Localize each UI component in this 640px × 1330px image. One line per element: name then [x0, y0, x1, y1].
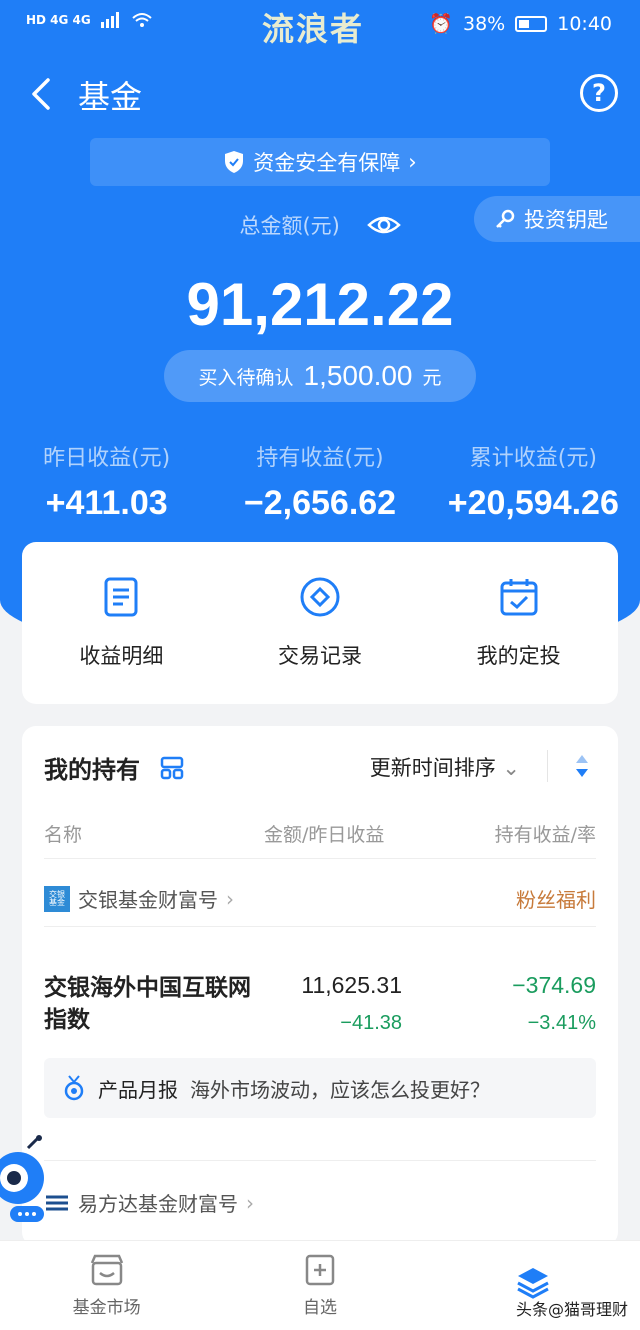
divider — [44, 1160, 596, 1161]
column-name: 名称 — [44, 824, 83, 846]
company-name: 易方达基金财富号 — [78, 1192, 238, 1216]
battery-percent: 38% — [463, 12, 506, 35]
stat-yesterday[interactable]: 昨日收益(元) +411.03 — [0, 440, 213, 523]
diamond-circle-icon — [300, 577, 340, 617]
alarm-icon: ⏰ — [429, 13, 453, 35]
stat-label: 昨日收益(元) — [43, 446, 171, 471]
bocom-logo: 交银 基金 — [44, 885, 70, 912]
holdings-card: 我的持有 更新时间排序 ⌄ 名称 金额/昨日收益 持有收益/率 交银 基金 交银基… — [22, 726, 618, 1246]
total-amount-label: 总金额(元) — [239, 214, 340, 238]
fund-holding-rate: −3.41% — [527, 1012, 596, 1034]
pending-purchase-pill[interactable]: 买入待确认 1,500.00 元 — [164, 350, 476, 402]
pending-unit: 元 — [422, 366, 442, 389]
wifi-icon — [132, 13, 152, 27]
investment-key-button[interactable]: 投资钥匙 — [474, 196, 640, 242]
sort-dropdown[interactable]: 更新时间排序 ⌄ — [370, 752, 520, 782]
eye-icon[interactable] — [366, 213, 401, 237]
help-icon[interactable]: ? — [580, 74, 618, 112]
chevron-right-icon: › — [226, 886, 234, 911]
app-header: 基金 ? — [0, 60, 640, 130]
pending-label: 买入待确认 — [198, 366, 294, 389]
quick-action-label: 我的定投 — [476, 644, 561, 668]
fund-name: 交银海外中国互联网指数 — [44, 975, 251, 1033]
key-icon — [496, 209, 515, 228]
holdings-title: 我的持有 — [44, 756, 140, 784]
nav-label: 自选 — [302, 1298, 337, 1318]
medal-icon — [64, 1075, 84, 1101]
calendar-check-icon — [500, 579, 538, 616]
divider — [44, 926, 596, 927]
total-amount-value: 91,212.22 — [186, 271, 454, 338]
stat-holding[interactable]: 持有收益(元) −2,656.62 — [213, 440, 426, 523]
company-name: 交银基金财富号 — [78, 888, 218, 912]
nav-watchlist[interactable]: 自选 — [213, 1241, 426, 1330]
report-tag: 产品月报 — [98, 1077, 178, 1102]
stat-value: +20,594.26 — [447, 484, 619, 522]
status-bar: HD 4G 4G 流浪者 ⏰ 38% 10:40 — [0, 0, 640, 50]
sort-divider — [547, 750, 548, 782]
quick-action-label: 交易记录 — [278, 644, 362, 668]
investment-key-label: 投资钥匙 — [524, 208, 608, 232]
sort-label: 更新时间排序 — [369, 756, 496, 780]
signal-indicators: HD 4G 4G — [26, 12, 153, 28]
fan-benefit-link[interactable]: 粉丝福利 — [516, 884, 596, 913]
stat-value: +411.03 — [45, 484, 168, 522]
quick-action-label: 收益明细 — [79, 644, 164, 668]
nav-label: 基金市场 — [72, 1298, 141, 1318]
bottom-watermark: 头条@猫哥理财 — [515, 1300, 628, 1319]
stat-value: −2,656.62 — [243, 484, 397, 522]
fund-holding-gain: −374.69 — [512, 972, 596, 998]
quick-actions-card: 收益明细 交易记录 我的定投 — [22, 542, 618, 704]
company-row-bocom[interactable]: 交银 基金 交银基金财富号 › 粉丝福利 — [44, 884, 596, 913]
chevron-right-icon: › — [246, 1190, 254, 1215]
company-row-efund[interactable]: 易方达基金财富号 › — [44, 1188, 596, 1217]
assistant-mascot-icon[interactable] — [0, 1134, 52, 1224]
column-return: 持有收益/率 — [494, 824, 596, 846]
quick-action-earnings-detail[interactable]: 收益明细 — [22, 542, 221, 704]
security-banner-label: 资金安全有保障 — [253, 151, 401, 175]
chevron-right-icon: › — [408, 150, 417, 174]
document-icon — [104, 577, 138, 617]
plus-square-icon — [305, 1254, 335, 1286]
report-text: 海外市场波动，应该怎么投更好？ — [190, 1077, 490, 1102]
pending-amount: 1,500.00 — [303, 360, 413, 391]
holdings-header: 我的持有 更新时间排序 ⌄ — [44, 750, 596, 786]
divider — [44, 858, 596, 859]
chevron-down-icon: ⌄ — [502, 756, 520, 780]
quick-action-auto-invest[interactable]: 我的定投 — [419, 542, 618, 704]
back-arrow-icon[interactable] — [24, 74, 64, 114]
status-watermark: 流浪者 — [262, 10, 365, 48]
store-icon — [90, 1254, 123, 1286]
stat-label: 累计收益(元) — [469, 446, 597, 471]
signal-icon — [100, 12, 119, 28]
sort-order-icon[interactable] — [574, 752, 590, 780]
fund-yesterday-gain: −41.38 — [340, 1012, 402, 1034]
signal-text: HD 4G 4G — [26, 13, 91, 27]
nav-fund-market[interactable]: 基金市场 — [0, 1241, 213, 1330]
column-amount: 金额/昨日收益 — [264, 824, 385, 846]
earnings-stats: 昨日收益(元) +411.03 持有收益(元) −2,656.62 累计收益(元… — [0, 440, 640, 523]
grid-view-icon[interactable] — [160, 756, 184, 780]
shield-icon — [225, 151, 244, 173]
stat-label: 持有收益(元) — [256, 446, 384, 471]
clock: 10:40 — [557, 12, 612, 35]
monthly-report-banner[interactable]: 产品月报 海外市场波动，应该怎么投更好？ — [44, 1058, 596, 1118]
page-title: 基金 — [78, 78, 143, 116]
fund-amount: 11,625.31 — [301, 972, 402, 998]
quick-action-transactions[interactable]: 交易记录 — [221, 542, 420, 704]
security-banner[interactable]: 资金安全有保障 › — [90, 138, 550, 186]
stat-cumulative[interactable]: 累计收益(元) +20,594.26 — [427, 440, 640, 523]
battery-icon — [515, 15, 548, 32]
